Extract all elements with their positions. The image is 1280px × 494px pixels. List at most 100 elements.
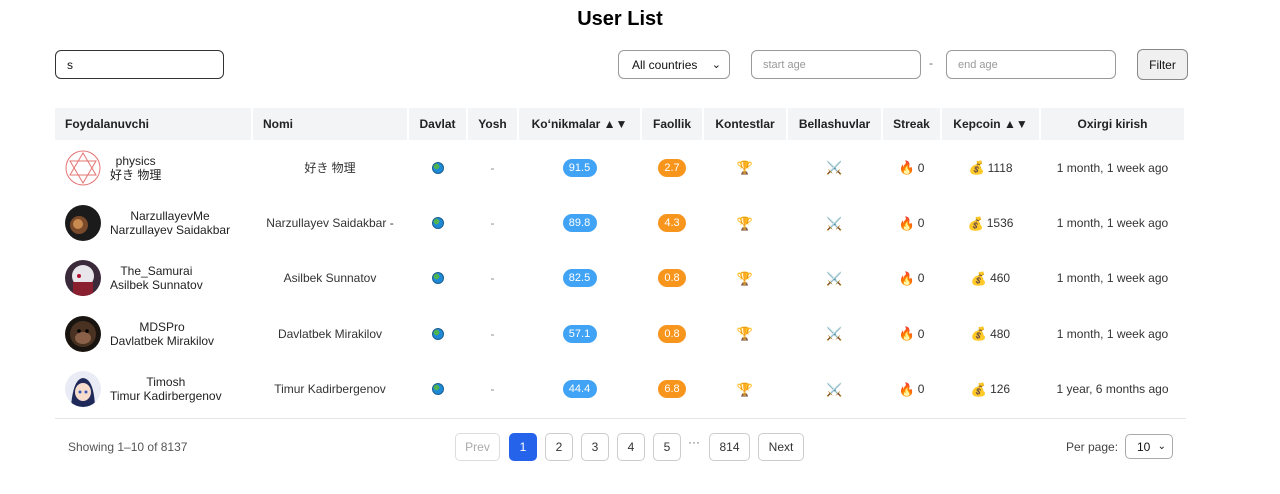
activity-cell: 4.3 [642,195,702,250]
streak-value: 0 [917,382,925,397]
page-button-5[interactable]: 5 [653,433,681,461]
kepcoin-value: 480 [990,326,1011,341]
filter-button[interactable]: Filter [1137,49,1188,80]
column-header-contests: Kontestlar [704,108,786,140]
crossed-swords-icon[interactable]: ⚔️ [826,383,842,396]
page-button-3[interactable]: 3 [581,433,609,461]
table-row[interactable]: physics 好き 物理 好き 物理 -91.5 2.7 🏆 ⚔️ 🔥 0 💰 1118 1 mon… [55,140,1186,195]
trophy-icon[interactable]: 🏆 [737,272,753,285]
skills-cell: 91.5 [519,140,640,195]
skills-cell: 44.4 [519,362,640,417]
last-login-cell: 1 month, 1 week ago [1056,160,1169,175]
contests-cell[interactable]: 🏆 [704,251,786,306]
name-cell: Asilbek Sunnatov [283,271,377,286]
user-cell[interactable]: The_Samurai Asilbek Sunnatov [55,251,251,306]
streak-cell: 🔥 0 [883,306,940,361]
streak-cell: 🔥 0 [883,362,940,417]
page-button-1[interactable]: 1 [509,433,537,461]
kepcoin-cell: 💰 460 [942,251,1039,306]
trophy-icon[interactable]: 🏆 [737,327,753,340]
search-input[interactable] [55,50,224,79]
skills-cell: 89.8 [519,195,640,250]
users-table: Foydalanuvchi Nomi Davlat Yosh Ko‘nikmal… [55,108,1186,417]
crossed-swords-icon[interactable]: ⚔️ [826,272,842,285]
streak-cell: 🔥 0 [883,140,940,195]
column-header-kepcoin-sort[interactable]: Kepcoin ▲▼ [942,108,1039,140]
username[interactable]: Timosh [110,375,222,389]
battles-cell[interactable]: ⚔️ [788,195,881,250]
crossed-swords-icon[interactable]: ⚔️ [826,217,842,230]
last-login-cell: 1 month, 1 week ago [1056,271,1169,286]
user-fullname: 好き 物理 [110,167,162,182]
end-age-input[interactable]: end age [946,50,1116,79]
battles-cell[interactable]: ⚔️ [788,251,881,306]
skills-badge: 82.5 [562,269,597,288]
last-login-cell: 1 month, 1 week ago [1056,326,1169,341]
age-cell: - [490,326,495,341]
contests-cell[interactable]: 🏆 [704,306,786,361]
country-cell [409,306,466,361]
skills-cell: 82.5 [519,251,640,306]
prev-page-button[interactable]: Prev [455,433,500,461]
globe-icon [431,217,444,230]
user-cell[interactable]: Timosh Timur Kadirbergenov [55,362,251,417]
name-cell: 好き 物理 [304,161,356,176]
globe-icon [431,161,444,174]
column-header-last-login: Oxirgi kirish [1041,108,1184,140]
avatar [65,150,101,186]
country-cell [409,195,466,250]
table-row[interactable]: NarzullayevMe Narzullayev Saidakbar Narzul… [55,195,1186,250]
kepcoin-value: 1536 [986,216,1014,231]
trophy-icon[interactable]: 🏆 [737,383,753,396]
activity-cell: 2.7 [642,140,702,195]
user-cell[interactable]: NarzullayevMe Narzullayev Saidakbar [55,195,251,250]
activity-badge: 0.8 [658,269,686,288]
trophy-icon[interactable]: 🏆 [737,217,753,230]
battles-cell[interactable]: ⚔️ [788,140,881,195]
user-fullname: Davlatbek Mirakilov [110,333,215,348]
user-cell[interactable]: physics 好き 物理 [55,140,251,195]
fire-icon: 🔥 [898,160,915,176]
kepcoin-value: 460 [990,271,1011,286]
fire-icon: 🔥 [898,215,915,231]
streak-value: 0 [917,160,925,175]
contests-cell[interactable]: 🏆 [704,195,786,250]
crossed-swords-icon[interactable]: ⚔️ [826,161,842,174]
table-row[interactable]: The_Samurai Asilbek Sunnatov Asilbek Sunna… [55,251,1186,306]
activity-cell: 6.8 [642,362,702,417]
table-row[interactable]: MDSPro Davlatbek Mirakilov Davlatbek Mirak… [55,306,1186,361]
country-select[interactable]: All countries ⌄ [618,50,730,79]
next-page-button[interactable]: Next [758,433,804,461]
trophy-icon[interactable]: 🏆 [737,161,753,174]
column-header-skills-sort[interactable]: Ko‘nikmalar ▲▼ [519,108,640,140]
column-header-activity: Faollik [642,108,702,140]
start-age-input[interactable]: start age [751,50,921,79]
username[interactable]: NarzullayevMe [110,209,230,223]
kepcoin-cell: 💰 126 [942,362,1039,417]
avatar [65,371,101,408]
name-cell: Davlatbek Mirakilov [277,326,383,341]
user-fullname: Narzullayev Saidakbar [110,223,231,238]
username[interactable]: MDSPro [110,320,214,334]
contests-cell[interactable]: 🏆 [704,362,786,417]
activity-cell: 0.8 [642,251,702,306]
activity-badge: 0.8 [658,324,686,343]
streak-value: 0 [917,326,925,341]
fire-icon: 🔥 [898,381,915,397]
showing-count: Showing 1–10 of 8137 [68,440,188,454]
page-button-last[interactable]: 814 [709,433,750,461]
column-header-battles: Bellashuvlar [788,108,881,140]
username[interactable]: The_Samurai [110,264,203,278]
table-row[interactable]: Timosh Timur Kadirbergenov Timur Kadirberg… [55,362,1186,417]
username[interactable]: physics [110,154,161,168]
per-page-label: Per page: [1066,440,1119,454]
column-header-country: Davlat [409,108,466,140]
page-button-4[interactable]: 4 [617,433,645,461]
page-button-2[interactable]: 2 [545,433,573,461]
crossed-swords-icon[interactable]: ⚔️ [826,327,842,340]
battles-cell[interactable]: ⚔️ [788,306,881,361]
per-page-select[interactable]: 10 ⌄ [1125,434,1173,459]
user-cell[interactable]: MDSPro Davlatbek Mirakilov [55,306,251,361]
contests-cell[interactable]: 🏆 [704,140,786,195]
battles-cell[interactable]: ⚔️ [788,362,881,417]
